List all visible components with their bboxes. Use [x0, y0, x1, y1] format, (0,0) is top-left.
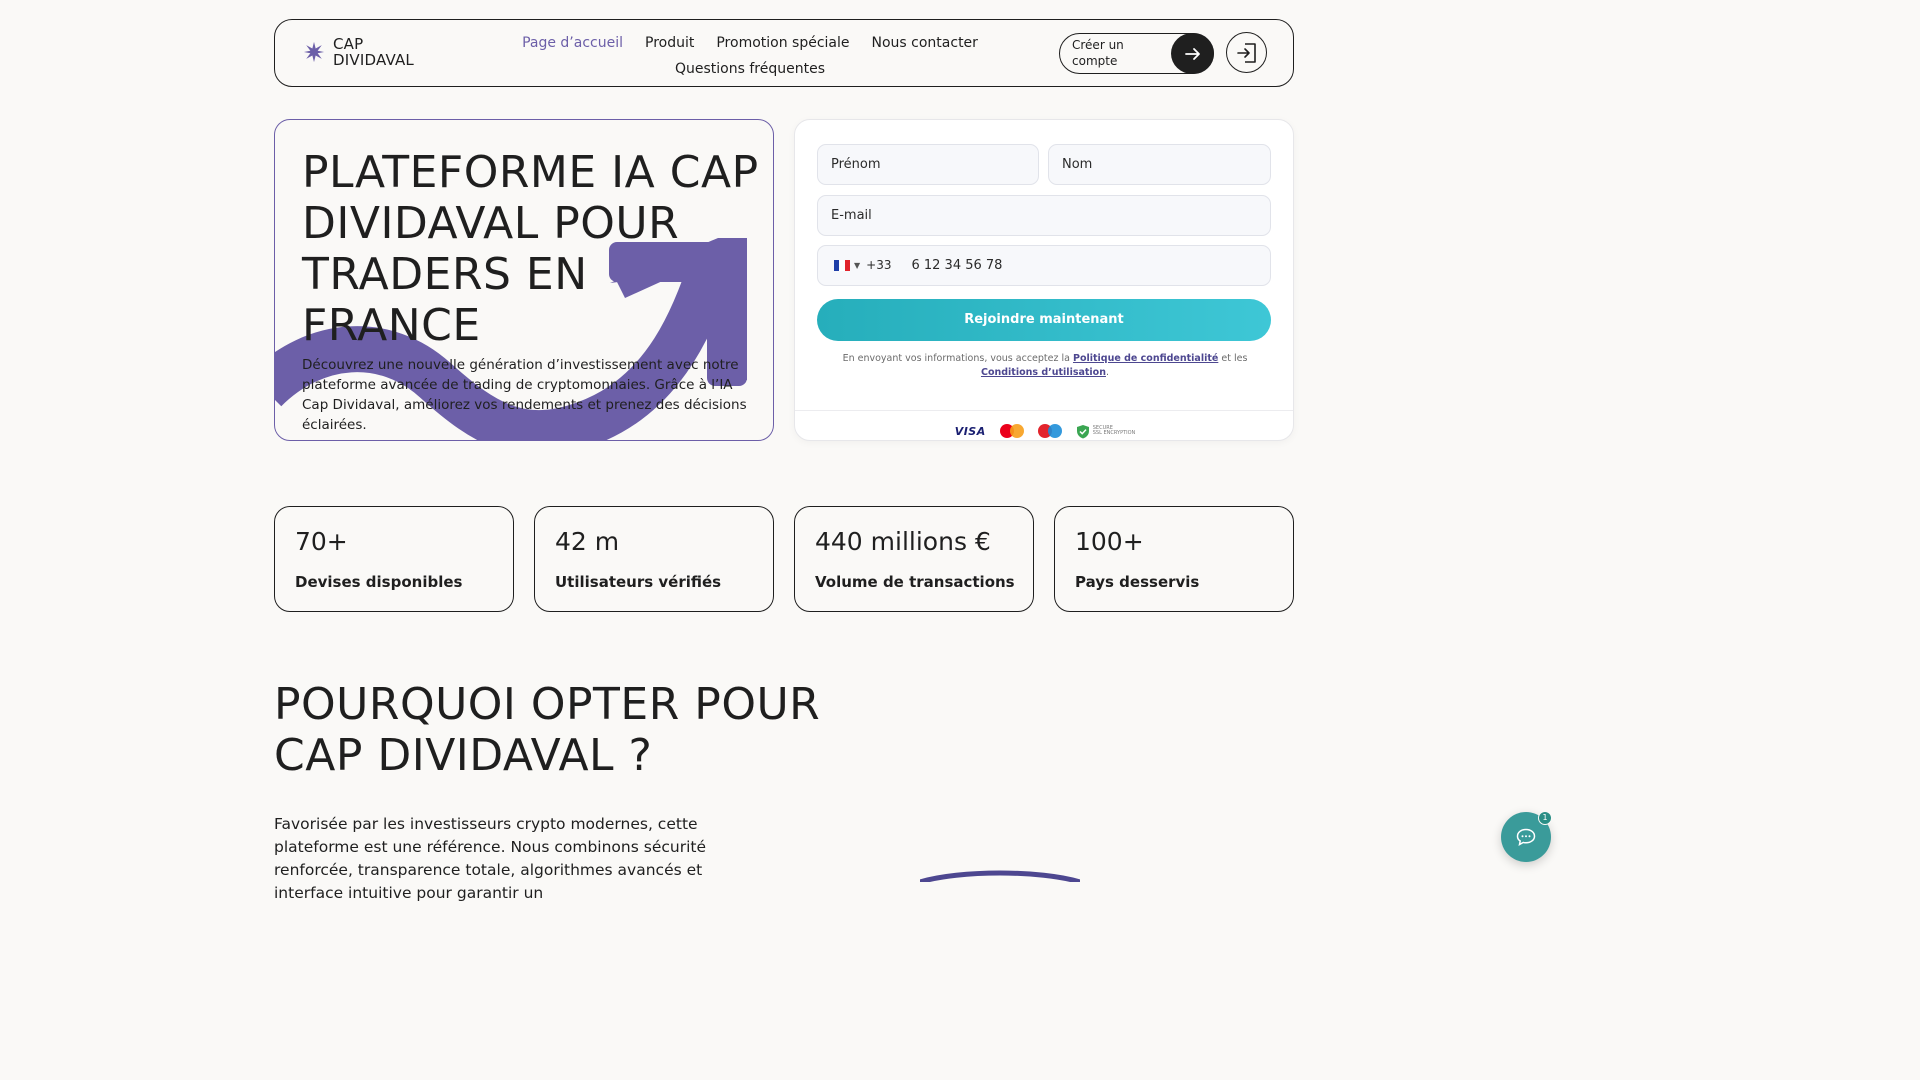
stat-value: 440 millions € [815, 527, 991, 556]
privacy-policy-link[interactable]: Politique de confidentialité [1073, 353, 1218, 364]
hero-title: PLATEFORME IA CAP DIVIDAVAL POUR TRADERS… [302, 147, 759, 351]
decorative-arc-graphic [920, 870, 1080, 882]
shield-check-icon [1076, 424, 1089, 438]
notification-badge: 1 [1538, 811, 1552, 825]
stat-card: 440 millions € Volume de transactions [794, 506, 1034, 612]
nav-home[interactable]: Page d’accueil [522, 30, 623, 56]
secure-ssl-badge: SECURE SSL ENCRYPTION [1076, 424, 1135, 439]
phone-input[interactable]: 6 12 34 56 78 [911, 246, 1002, 285]
create-account-label: Créer un compte [1072, 38, 1124, 68]
brand-name: CAP DIVIDAVAL [333, 35, 414, 69]
maestro-logo [1037, 424, 1062, 438]
stat-card: 70+ Devises disponibles [274, 506, 514, 612]
stat-value: 42 m [555, 527, 620, 556]
login-icon [1236, 42, 1256, 63]
stat-card: 42 m Utilisateurs vérifiés [534, 506, 774, 612]
caret-down-icon[interactable]: ▼ [854, 246, 860, 285]
star-logo-icon [303, 41, 325, 63]
stat-card: 100+ Pays desservis [1054, 506, 1294, 612]
signup-form: Prénom Nom E-mail ▼ +33 6 12 34 56 78 Re… [794, 119, 1294, 441]
nav-faq[interactable]: Questions fréquentes [675, 56, 825, 82]
dial-code: +33 [866, 258, 892, 272]
stat-label: Utilisateurs vérifiés [555, 573, 722, 591]
hero-description: Découvrez une nouvelle génération d’inve… [302, 357, 747, 433]
payment-logos: VISA SECURE SSL ENCRYPTION [795, 420, 1293, 440]
last-name-input[interactable]: Nom [1048, 144, 1271, 185]
stat-value: 100+ [1075, 527, 1144, 556]
nav-contact[interactable]: Nous contacter [872, 30, 978, 56]
divider [795, 410, 1293, 411]
stat-label: Devises disponibles [295, 573, 463, 591]
join-now-button[interactable]: Rejoindre maintenant [817, 299, 1271, 341]
mastercard-logo [999, 424, 1024, 438]
first-name-input[interactable]: Prénom [817, 144, 1039, 185]
visa-logo: VISA [954, 424, 986, 438]
why-section-title: POURQUOI OPTER POUR CAP DIVIDAVAL ? [274, 679, 821, 781]
main-nav: Page d’accueil Produit Promotion spécial… [522, 30, 978, 82]
france-flag-icon[interactable] [834, 260, 850, 271]
phone-field: ▼ +33 6 12 34 56 78 [817, 245, 1271, 286]
terms-of-use-link[interactable]: Conditions d’utilisation [981, 367, 1106, 378]
email-input[interactable]: E-mail [817, 195, 1271, 236]
arrow-right-icon [1171, 33, 1214, 74]
hero-card: PLATEFORME IA CAP DIVIDAVAL POUR TRADERS… [274, 119, 774, 441]
login-button[interactable] [1226, 32, 1267, 73]
create-account-button[interactable]: Créer un compte [1059, 33, 1214, 74]
site-header: CAP DIVIDAVAL Page d’accueil Produit Pro… [274, 19, 1294, 87]
nav-special-offer[interactable]: Promotion spéciale [716, 30, 849, 56]
terms-notice: En envoyant vos informations, vous accep… [842, 353, 1248, 378]
nav-product[interactable]: Produit [645, 30, 694, 56]
brand-logo[interactable]: CAP DIVIDAVAL [303, 36, 414, 68]
chat-bubble-icon [1516, 828, 1536, 846]
stat-label: Pays desservis [1075, 573, 1200, 591]
stat-label: Volume de transactions [815, 573, 1015, 591]
why-section-text: Favorisée par les investisseurs crypto m… [274, 815, 706, 902]
stat-value: 70+ [295, 527, 348, 556]
